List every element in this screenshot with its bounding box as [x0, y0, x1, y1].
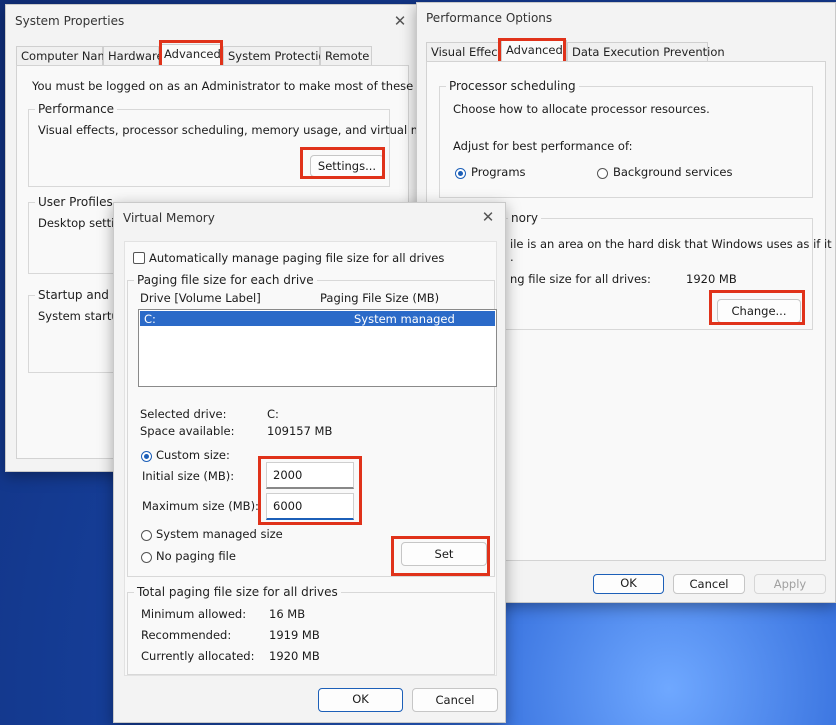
total-paging-group: Total paging file size for all drives Mi… [127, 585, 495, 675]
tab-remote[interactable]: Remote [320, 46, 372, 65]
custom-size-radio[interactable] [141, 451, 152, 462]
drive-list[interactable]: C: System managed [138, 309, 497, 387]
cancel-button[interactable]: Cancel [412, 688, 498, 712]
change-button[interactable]: Change... [717, 299, 801, 323]
tab-advanced[interactable]: Advanced [159, 44, 223, 65]
tab-advanced[interactable]: Advanced [501, 40, 567, 61]
close-icon[interactable]: ✕ [477, 206, 499, 228]
paging-file-group-label: Paging file size for each drive [134, 273, 317, 287]
programs-label: Programs [471, 165, 526, 179]
apply-button[interactable]: Apply [754, 574, 826, 594]
tab-data-execution-prevention[interactable]: Data Execution Prevention [567, 42, 725, 61]
tab-system-protection[interactable]: System Protection [223, 46, 333, 65]
ok-button[interactable]: OK [318, 688, 403, 712]
drive-list-row-c[interactable]: C: System managed [140, 311, 495, 326]
virtual-memory-label: nory [508, 211, 541, 225]
title-bar[interactable]: Performance Options [417, 3, 835, 35]
total-paging-value: 1920 MB [686, 272, 737, 286]
maximum-size-label: Maximum size (MB): [142, 499, 259, 513]
processor-description: Choose how to allocate processor resourc… [453, 102, 710, 116]
window-title: Performance Options [426, 11, 553, 25]
currently-allocated-value: 1920 MB [269, 649, 320, 663]
paging-file-group: Paging file size for each drive Drive [V… [127, 273, 497, 577]
background-services-label: Background services [613, 165, 733, 179]
admin-notice: You must be logged on as an Administrato… [32, 79, 469, 93]
performance-settings-button[interactable]: Settings... [310, 155, 384, 177]
processor-scheduling-group: Processor scheduling Choose how to alloc… [439, 79, 813, 198]
performance-label: Performance [35, 102, 118, 116]
total-paging-label: ng file size for all drives: [510, 272, 651, 286]
system-managed-label: System managed size [156, 527, 283, 541]
adjust-label: Adjust for best performance of: [453, 139, 633, 153]
no-paging-file-label: No paging file [156, 549, 236, 563]
minimum-allowed-label: Minimum allowed: [141, 607, 247, 621]
drive-cell: C: [144, 312, 156, 326]
initial-size-label: Initial size (MB): [142, 469, 235, 483]
initial-size-input[interactable]: 2000 [266, 462, 354, 489]
tab-visual-effects[interactable]: Visual Effects [426, 42, 508, 61]
system-managed-radio[interactable] [141, 530, 152, 541]
minimum-allowed-value: 16 MB [269, 607, 306, 621]
virtual-memory-description: ile is an area on the hard disk that Win… [510, 237, 832, 251]
auto-manage-checkbox[interactable] [133, 252, 145, 264]
size-cell: System managed [354, 312, 455, 326]
user-profiles-label: User Profiles [35, 195, 116, 209]
custom-size-label: Custom size: [156, 448, 230, 462]
set-button[interactable]: Set [401, 542, 487, 566]
total-paging-group-label: Total paging file size for all drives [134, 585, 341, 599]
virtual-memory-description-cont: . [510, 250, 514, 264]
performance-group: Performance Visual effects, processor sc… [28, 102, 459, 187]
dialog-title: Virtual Memory [123, 211, 215, 225]
virtual-memory-panel: Automatically manage paging file size fo… [124, 241, 497, 676]
column-size-header: Paging File Size (MB) [320, 291, 440, 305]
no-paging-file-radio[interactable] [141, 552, 152, 563]
space-available-value: 109157 MB [267, 424, 333, 438]
window-title: System Properties [15, 14, 125, 28]
recommended-value: 1919 MB [269, 628, 320, 642]
tab-hardware[interactable]: Hardware [103, 46, 164, 65]
virtual-memory-dialog: Virtual Memory ✕ Automatically manage pa… [113, 202, 506, 723]
currently-allocated-label: Currently allocated: [141, 649, 255, 663]
ok-button[interactable]: OK [593, 574, 664, 594]
selected-drive-label: Selected drive: [140, 407, 227, 421]
tab-computer-name[interactable]: Computer Name [16, 46, 116, 65]
close-icon[interactable]: ✕ [389, 10, 411, 32]
column-drive-header: Drive [Volume Label] [140, 291, 261, 305]
auto-manage-label: Automatically manage paging file size fo… [149, 251, 445, 265]
recommended-label: Recommended: [141, 628, 232, 642]
programs-radio[interactable] [455, 168, 466, 179]
processor-scheduling-label: Processor scheduling [446, 79, 579, 93]
space-available-label: Space available: [140, 424, 235, 438]
selected-drive-value: C: [267, 407, 279, 421]
performance-description: Visual effects, processor scheduling, me… [38, 123, 459, 137]
title-bar[interactable]: Virtual Memory ✕ [114, 203, 505, 235]
background-services-radio[interactable] [597, 168, 608, 179]
cancel-button[interactable]: Cancel [673, 574, 745, 594]
maximum-size-input[interactable]: 6000 [266, 493, 354, 520]
title-bar[interactable]: System Properties ✕ [6, 5, 417, 37]
